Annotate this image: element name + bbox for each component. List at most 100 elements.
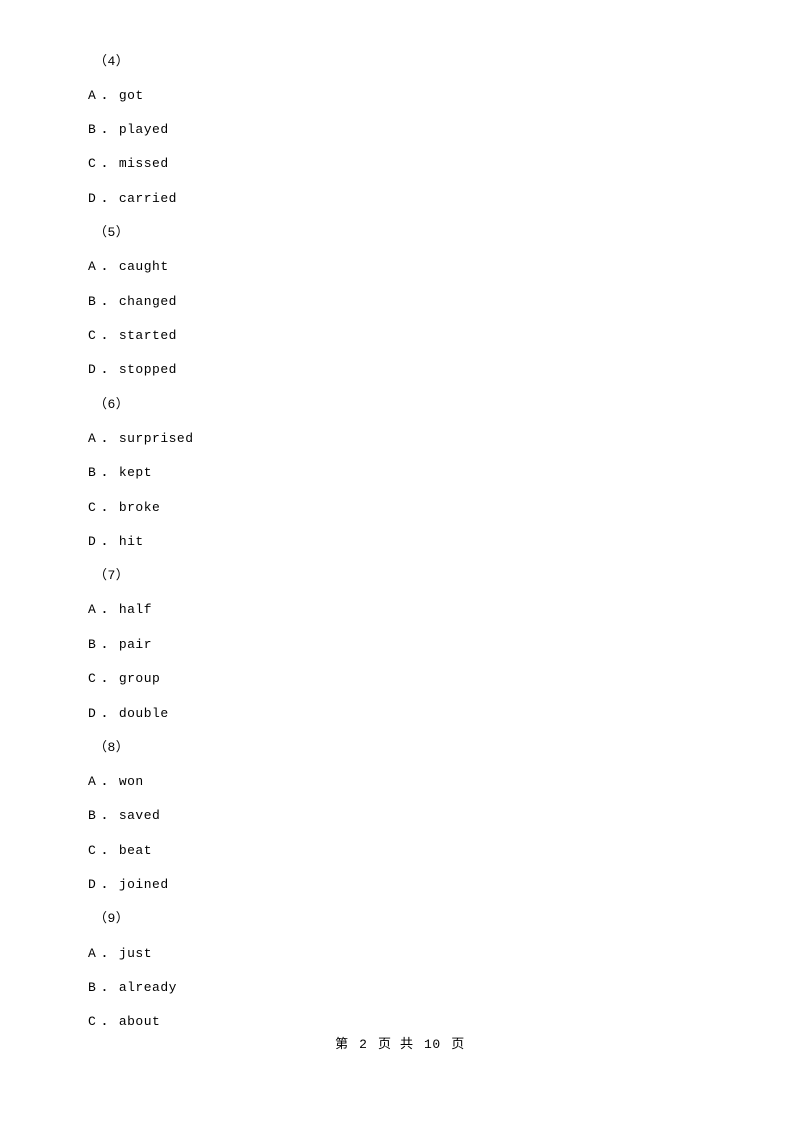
question-block: （9） A ． just B ． already C ． about [88,902,728,1039]
option-letter: C [88,1014,97,1030]
option-text: double [118,705,169,721]
option-separator: ． [101,122,115,138]
option-text: missed [118,156,169,172]
option-separator: ． [101,842,115,858]
option-row[interactable]: D ． double [88,696,728,730]
option-row[interactable]: D ． carried [88,181,728,215]
option-letter: D [88,533,97,549]
option-row[interactable]: B ． saved [88,799,728,833]
question-block: （7） A ． half B ． pair C ． group D ． doub… [88,559,728,731]
footer-middle: 页 共 [377,1037,414,1052]
option-letter: D [88,877,97,893]
option-letter: C [88,156,97,172]
option-text: already [118,979,177,995]
option-row[interactable]: D ． hit [88,524,728,558]
option-letter: C [88,328,97,344]
option-letter: C [88,671,97,687]
option-text: played [118,122,169,138]
option-row[interactable]: D ． stopped [88,353,728,387]
option-text: changed [118,293,177,309]
option-separator: ． [101,671,115,687]
question-block: （8） A ． won B ． saved C ． beat D ． joine… [88,730,728,902]
option-letter: B [88,465,97,481]
question-number: （4） [94,53,130,69]
question-number: （6） [94,396,130,412]
question-number: （9） [94,911,130,927]
option-letter: A [88,87,97,103]
option-separator: ． [101,979,115,995]
option-separator: ． [101,602,115,618]
option-separator: ． [101,945,115,961]
option-separator: ． [101,773,115,789]
page-footer: 第 2 页 共 10 页 [0,1033,800,1052]
option-text: started [118,328,177,344]
option-row[interactable]: D ． joined [88,867,728,901]
question-block: （6） A ． surprised B ． kept C ． broke D ．… [88,387,728,559]
option-row[interactable]: C ． broke [88,490,728,524]
option-letter: B [88,122,97,138]
option-separator: ． [101,808,115,824]
option-row[interactable]: C ． beat [88,833,728,867]
option-text: joined [118,877,169,893]
option-row[interactable]: A ． got [88,78,728,112]
option-row[interactable]: B ． already [88,970,728,1004]
option-letter: C [88,499,97,515]
option-text: won [118,773,144,789]
option-text: stopped [118,362,177,378]
footer-suffix: 页 [451,1037,465,1052]
option-row[interactable]: A ． won [88,764,728,798]
option-separator: ． [101,1014,115,1030]
option-text: caught [118,259,169,275]
option-separator: ． [101,190,115,206]
option-row[interactable]: B ． played [88,112,728,146]
option-separator: ． [101,259,115,275]
question-block: （5） A ． caught B ． changed C ． started D… [88,216,728,388]
question-number: （7） [94,568,130,584]
option-text: carried [118,190,177,206]
option-text: got [118,87,144,103]
option-separator: ． [101,877,115,893]
question-block: （4） A ． got B ． played C ． missed D ． ca… [88,44,728,216]
question-number: （5） [94,225,130,241]
question-list: （4） A ． got B ． played C ． missed D ． ca… [88,44,728,1039]
option-letter: D [88,362,97,378]
option-separator: ． [101,87,115,103]
option-row[interactable]: A ． half [88,593,728,627]
option-row[interactable]: B ． pair [88,627,728,661]
option-text: half [118,602,153,618]
option-separator: ． [101,430,115,446]
option-letter: A [88,259,97,275]
option-text: pair [118,636,153,652]
option-text: just [118,945,153,961]
option-letter: B [88,979,97,995]
option-text: hit [118,533,144,549]
option-separator: ． [101,293,115,309]
option-letter: A [88,430,97,446]
document-page: （4） A ． got B ． played C ． missed D ． ca… [0,0,800,1132]
option-letter: B [88,636,97,652]
option-row[interactable]: B ． kept [88,456,728,490]
option-text: saved [118,808,161,824]
option-row[interactable]: A ． surprised [88,421,728,455]
option-row[interactable]: C ． group [88,661,728,695]
option-separator: ． [101,533,115,549]
option-text: surprised [118,430,194,446]
option-separator: ． [101,465,115,481]
option-row[interactable]: A ． caught [88,250,728,284]
option-letter: D [88,705,97,721]
option-letter: A [88,602,97,618]
option-text: beat [118,842,153,858]
option-row[interactable]: C ． missed [88,147,728,181]
option-row[interactable]: A ． just [88,936,728,970]
footer-page-number: 2 [359,1037,368,1052]
option-row[interactable]: C ． started [88,318,728,352]
option-letter: C [88,842,97,858]
option-text: group [118,671,161,687]
option-text: about [118,1014,161,1030]
footer-total-pages: 10 [424,1037,441,1052]
option-row[interactable]: B ． changed [88,284,728,318]
option-separator: ． [101,328,115,344]
option-letter: A [88,773,97,789]
footer-prefix: 第 [335,1037,349,1052]
option-separator: ． [101,705,115,721]
